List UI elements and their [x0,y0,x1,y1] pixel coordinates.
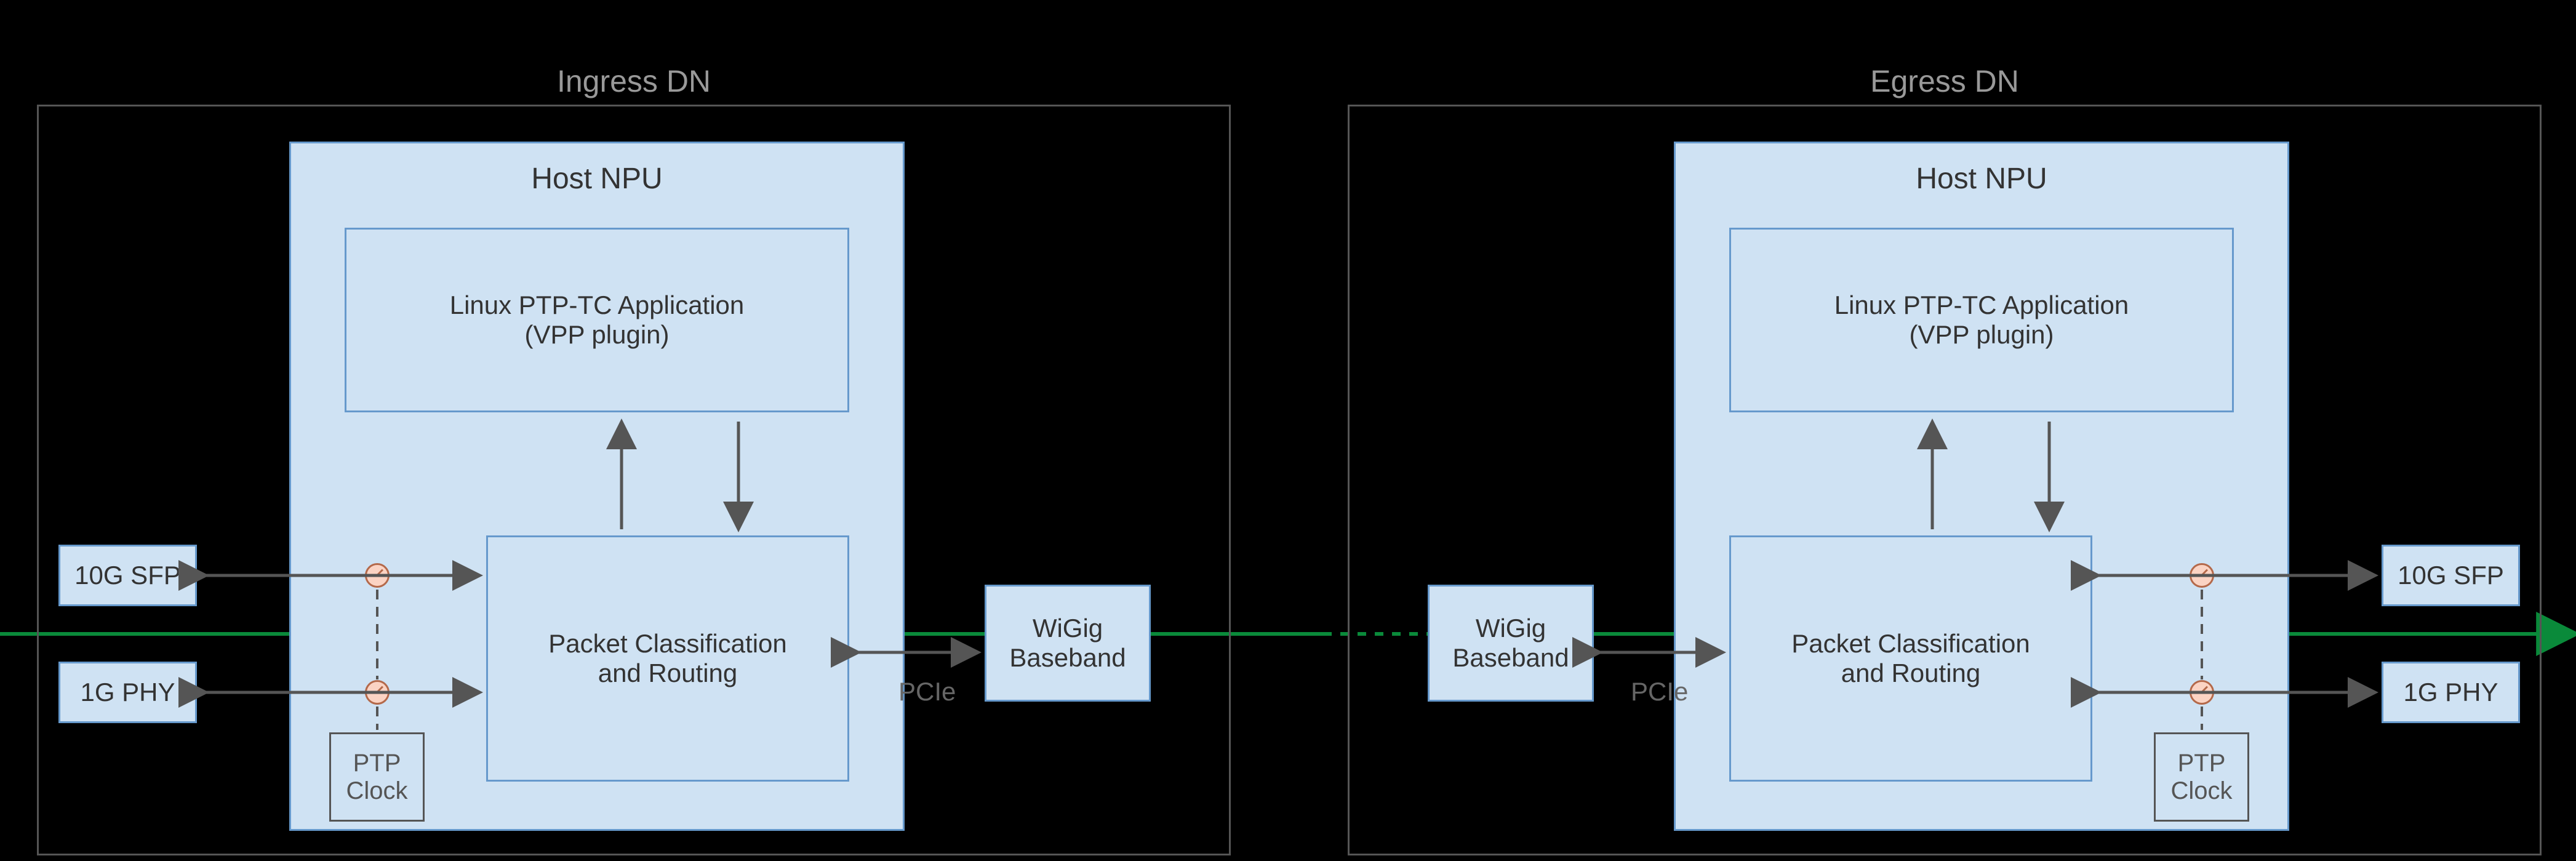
wigig-line1-left: WiGig [1033,614,1103,643]
wigig-line2-left: Baseband [1009,643,1126,673]
pcie-label-right: PCIe [1631,677,1688,707]
app-box-left: Linux PTP-TC Application (VPP plugin) [345,228,849,412]
one-g-left: 1G PHY [58,662,197,723]
ingress-title: Ingress DN [557,63,711,99]
wigig-box-left: WiGig Baseband [985,585,1151,702]
clock-dot-right-bot [2190,680,2214,705]
ten-g-right: 10G SFP [2382,545,2520,606]
pcr-line2-right: and Routing [1841,659,1981,688]
clock-dot-left-bot [365,680,390,705]
ptp-line2-right: Clock [2170,777,2232,805]
pcr-line1-right: Packet Classification [1791,629,2030,659]
ptp-line2-left: Clock [346,777,407,805]
pcr-box-right: Packet Classification and Routing [1729,535,2092,782]
clock-dot-left-top [365,563,390,588]
ptp-clock-left: PTP Clock [329,732,425,822]
wigig-line2-right: Baseband [1452,643,1569,673]
one-g-right: 1G PHY [2382,662,2520,723]
app-line2-right: (VPP plugin) [1909,320,2054,350]
wigig-line1-right: WiGig [1476,614,1546,643]
ptp-clock-right: PTP Clock [2154,732,2249,822]
one-g-label-right: 1G PHY [2403,678,2498,707]
pcr-box-left: Packet Classification and Routing [486,535,849,782]
clock-dot-right-top [2190,563,2214,588]
pcr-line2-left: and Routing [598,659,738,688]
ptp-line1-left: PTP [353,750,401,777]
app-line1-left: Linux PTP-TC Application [450,290,745,320]
app-line1-right: Linux PTP-TC Application [1834,290,2129,320]
host-npu-title-right: Host NPU [1916,162,2047,196]
app-box-right: Linux PTP-TC Application (VPP plugin) [1729,228,2234,412]
ten-g-left: 10G SFP [58,545,197,606]
ptp-line1-right: PTP [2178,750,2226,777]
pcie-label-left: PCIe [898,677,956,707]
one-g-label-left: 1G PHY [80,678,175,707]
ten-g-label-right: 10G SFP [2398,561,2504,590]
host-npu-title-left: Host NPU [531,162,662,196]
app-line2-left: (VPP plugin) [524,320,669,350]
ten-g-label-left: 10G SFP [74,561,181,590]
egress-title: Egress DN [1870,63,2019,99]
pcr-line1-left: Packet Classification [548,629,787,659]
wigig-box-right: WiGig Baseband [1428,585,1594,702]
